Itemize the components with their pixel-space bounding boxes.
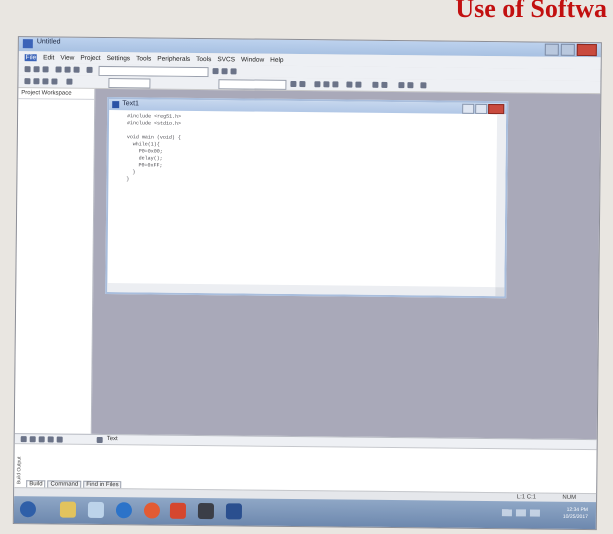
target-combo[interactable] <box>108 78 151 89</box>
ide-window: Untitled File Edit View Project Settings… <box>12 36 602 531</box>
paste-icon[interactable] <box>73 66 80 73</box>
menu-svcs[interactable]: SVCS <box>217 56 235 63</box>
undo-icon[interactable] <box>86 66 93 73</box>
window-layout-icon[interactable] <box>355 81 362 88</box>
matlab-icon[interactable] <box>169 502 187 519</box>
breakpoint-icon[interactable] <box>346 81 353 88</box>
registers-icon[interactable] <box>407 82 414 89</box>
window-controls <box>544 43 597 57</box>
find-icon[interactable] <box>212 68 219 75</box>
window-title: Untitled <box>36 38 61 46</box>
editor-window: Text1 #include <reg51.h> #include <stdio… <box>105 97 509 299</box>
code-editor[interactable]: #include <reg51.h> #include <stdio.h> vo… <box>107 110 497 287</box>
new-file-icon[interactable] <box>24 66 31 73</box>
text-tab-icon <box>96 436 103 443</box>
clock-date: 10/25/2017 <box>562 513 588 521</box>
target-select[interactable] <box>218 79 287 90</box>
mdi-area: Text1 #include <reg51.h> #include <stdio… <box>91 88 601 440</box>
books-tab-icon[interactable] <box>38 436 45 443</box>
files-tab-icon[interactable] <box>20 436 27 443</box>
project-workspace-label: Project Workspace <box>18 88 95 100</box>
output-window-label: Build Output <box>16 456 23 485</box>
regs-tab-icon[interactable] <box>29 436 36 443</box>
app-icon-7[interactable] <box>197 502 215 520</box>
resize-grip[interactable] <box>495 287 505 297</box>
templates-tab-icon[interactable] <box>56 436 63 443</box>
clock[interactable]: 12:34 PM 10/25/2017 <box>563 507 588 521</box>
menu-window[interactable]: Window <box>241 56 264 63</box>
step-icon[interactable] <box>323 81 330 88</box>
view-icon[interactable] <box>372 81 379 88</box>
open-file-icon[interactable] <box>33 66 40 73</box>
battery-icon[interactable] <box>529 509 540 517</box>
volume-icon[interactable] <box>515 509 526 517</box>
menu-settings[interactable]: Settings <box>107 55 131 62</box>
output-window: Build Output Build Command Find in Files <box>14 443 597 495</box>
cut-icon[interactable] <box>55 66 62 73</box>
menu-help[interactable]: Help <box>270 56 283 63</box>
editor-maximize-button[interactable] <box>475 103 488 115</box>
editor-vertical-scrollbar[interactable] <box>495 114 507 288</box>
windows-taskbar: 12:34 PM 10/25/2017 <box>13 496 597 530</box>
editor-close-button[interactable] <box>488 104 505 115</box>
help-icon[interactable] <box>420 82 427 89</box>
document-icon <box>112 101 120 109</box>
rebuild-icon[interactable] <box>42 78 49 85</box>
bookmark-icon[interactable] <box>230 68 237 75</box>
run-icon[interactable] <box>314 81 321 88</box>
editor-minimize-button[interactable] <box>462 103 475 114</box>
options-icon[interactable] <box>290 80 297 88</box>
app-icon <box>22 39 33 49</box>
editor-window-controls <box>462 103 505 115</box>
num-lock-indicator: NUM <box>562 494 577 501</box>
keil-icon[interactable] <box>225 503 243 520</box>
minimize-button[interactable] <box>544 43 559 56</box>
functions-tab-icon[interactable] <box>47 436 54 443</box>
network-icon[interactable] <box>501 509 512 517</box>
memory-icon[interactable] <box>381 81 388 88</box>
cursor-position: L:1 C:1 <box>516 494 537 501</box>
menu-edit[interactable]: Edit <box>43 54 54 61</box>
menu-view[interactable]: View <box>60 54 74 61</box>
menu-peripherals[interactable]: Peripherals <box>157 55 190 62</box>
menu-tools-2[interactable]: Tools <box>196 55 211 62</box>
chrome-icon[interactable] <box>143 502 161 519</box>
file-explorer-icon[interactable] <box>59 501 77 518</box>
stop-build-icon[interactable] <box>51 78 58 85</box>
menu-tools[interactable]: Tools <box>136 55 151 62</box>
copy-icon[interactable] <box>64 66 71 73</box>
download-icon[interactable] <box>66 78 73 85</box>
close-button[interactable] <box>576 43 597 57</box>
watch-icon[interactable] <box>398 82 405 89</box>
photo-of-screen: Untitled File Edit View Project Settings… <box>5 28 608 534</box>
start-button[interactable] <box>19 501 37 518</box>
menu-file[interactable]: File <box>24 53 38 61</box>
text-tab[interactable]: Text <box>107 436 118 442</box>
build-icon[interactable] <box>33 78 40 85</box>
save-icon[interactable] <box>42 66 49 73</box>
find-in-files-icon[interactable] <box>221 68 228 75</box>
slide-title: Use of Softwa <box>455 0 607 23</box>
editor-title: Text1 <box>122 100 139 108</box>
project-workspace-panel: Project Workspace <box>14 88 96 434</box>
translate-icon[interactable] <box>24 78 31 85</box>
maximize-button[interactable] <box>560 43 575 56</box>
app-icon-2[interactable] <box>87 501 105 519</box>
debug-icon[interactable] <box>299 81 306 88</box>
browser-icon[interactable] <box>115 502 133 519</box>
system-tray <box>501 509 540 517</box>
menu-project[interactable]: Project <box>80 54 100 61</box>
step-over-icon[interactable] <box>332 81 339 88</box>
